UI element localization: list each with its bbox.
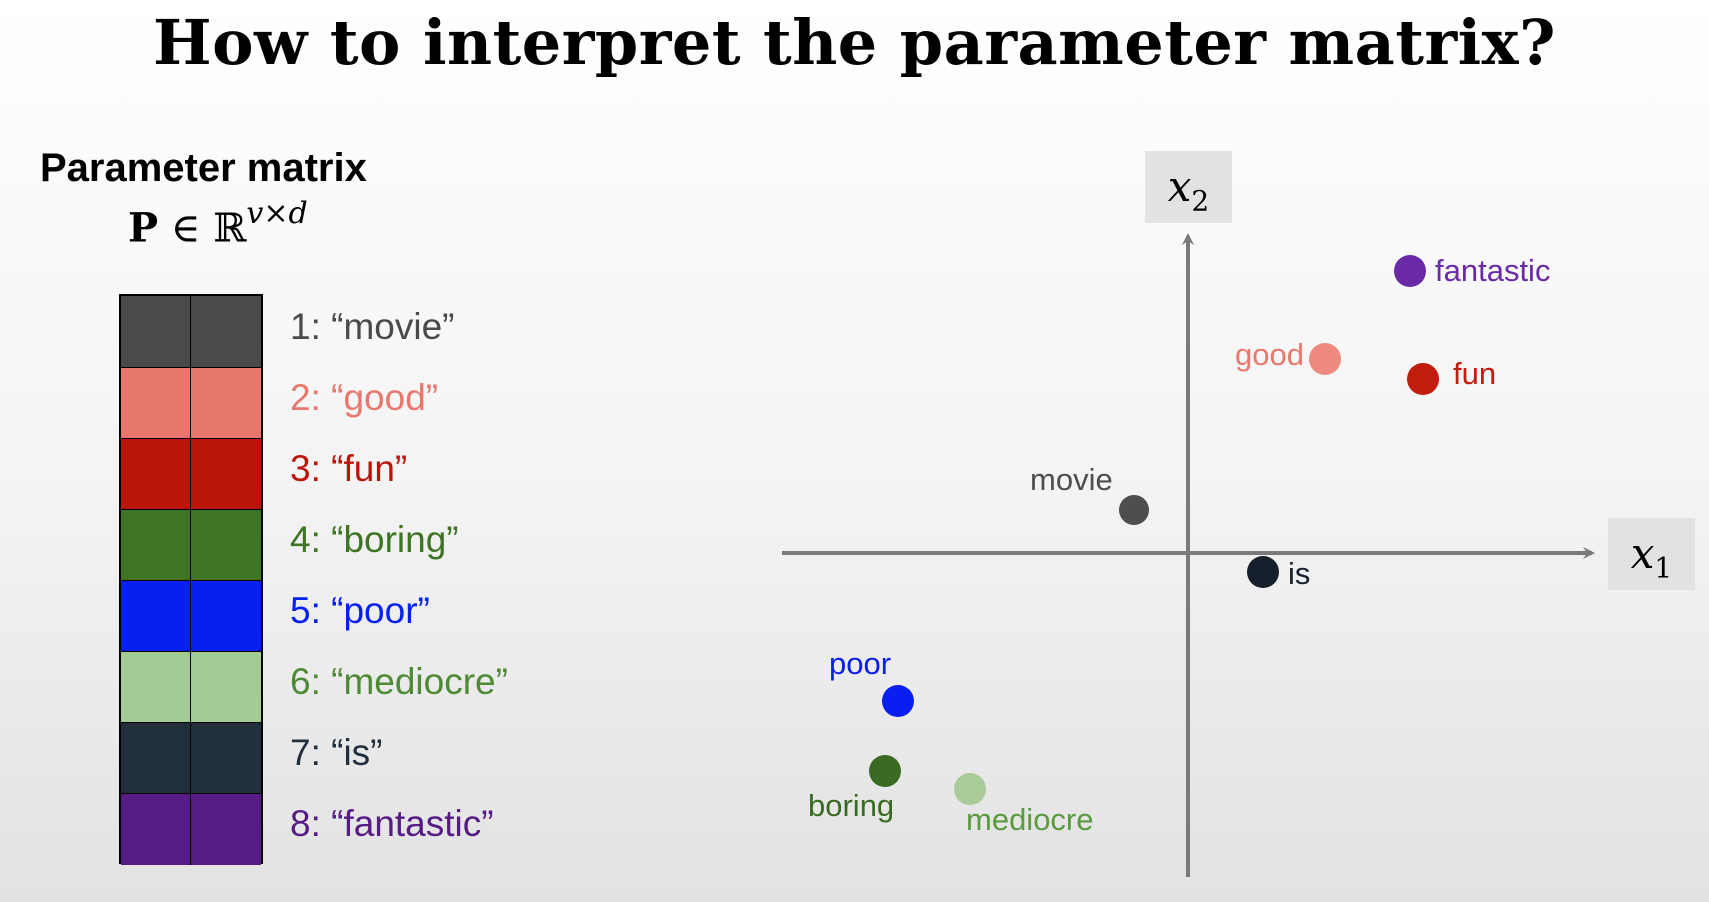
point-label-fun: fun [1453, 356, 1497, 391]
point-label-movie: movie [1030, 462, 1113, 497]
point-label-poor: poor [829, 646, 892, 681]
point-movie [1119, 495, 1149, 525]
y-axis-label: x2 [1145, 151, 1232, 223]
point-good [1309, 343, 1341, 375]
point-label-is: is [1288, 556, 1311, 591]
y-axis-letter: x [1167, 162, 1192, 211]
point-fun [1407, 363, 1439, 395]
point-label-good: good [1235, 337, 1304, 372]
point-label-mediocre: mediocre [966, 802, 1094, 837]
embedding-plot [782, 233, 1595, 877]
point-is [1247, 556, 1279, 588]
point-poor [882, 685, 914, 717]
point-boring [869, 755, 901, 787]
y-axis-subscript: 2 [1191, 184, 1210, 218]
point-fantastic [1394, 255, 1426, 287]
x-axis-label: x1 [1608, 518, 1695, 590]
x-axis-letter: x [1630, 529, 1655, 578]
points-layer [869, 255, 1439, 805]
point-mediocre [954, 773, 986, 805]
x-axis-subscript: 1 [1654, 551, 1673, 585]
point-label-fantastic: fantastic [1435, 253, 1551, 288]
point-label-boring: boring [808, 788, 895, 823]
